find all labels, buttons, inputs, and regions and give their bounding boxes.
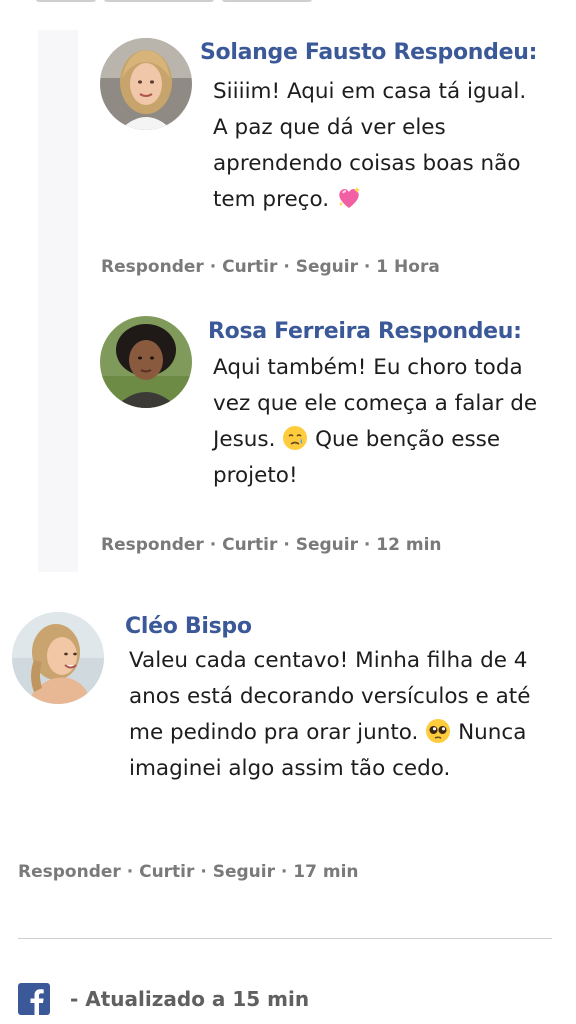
avatar-photo (100, 38, 192, 130)
avatar-photo (100, 316, 192, 408)
comments-page: Solange Fausto Respondeu: Siiiim! Aqui e… (0, 0, 576, 1024)
updated-text: - Atualizado a 15 min (70, 987, 310, 1011)
follow-link[interactable]: Seguir (296, 535, 358, 555)
separator: · (200, 862, 207, 882)
comment-text: Aqui também! Eu choro toda vez que ele c… (213, 355, 538, 488)
sparkling-heart-icon (338, 187, 360, 208)
avatar[interactable] (100, 316, 192, 408)
separator: · (126, 862, 134, 882)
follow-link[interactable]: Seguir (213, 862, 275, 882)
reply-link[interactable]: Responder (101, 535, 204, 555)
footer: - Atualizado a 15 min (18, 982, 309, 1016)
avatar-photo (12, 612, 104, 704)
timestamp: 12 min (376, 535, 442, 555)
avatar[interactable] (100, 38, 192, 130)
reply-link[interactable]: Responder (18, 862, 121, 882)
timestamp: 17 min (293, 862, 359, 882)
separator: · (363, 535, 371, 555)
facebook-icon[interactable] (18, 983, 50, 1015)
timestamp: 1 Hora (376, 257, 440, 277)
separator: · (209, 535, 217, 555)
comment-actions: Responder · Curtir · Seguir · 12 min (101, 535, 442, 555)
reply-thread-indent (38, 30, 78, 572)
facebook-f-icon (30, 989, 44, 1015)
separator: · (209, 257, 217, 277)
pleading-face-icon (426, 719, 451, 743)
separator: · (283, 257, 290, 277)
like-link[interactable]: Curtir (222, 257, 277, 277)
separator: · (283, 535, 290, 555)
divider (18, 938, 552, 939)
avatar[interactable] (12, 612, 104, 704)
commenter-name[interactable]: Rosa Ferreira Respondeu: (208, 319, 522, 344)
separator: · (363, 257, 371, 277)
commenter-name[interactable]: Solange Fausto Respondeu: (200, 40, 537, 65)
previous-content-cut-off (36, 0, 336, 6)
like-link[interactable]: Curtir (222, 535, 277, 555)
comment-text: Siiiim! Aqui em casa tá igual. A paz que… (213, 79, 527, 212)
comment-actions: Responder · Curtir · Seguir · 17 min (18, 862, 359, 882)
like-link[interactable]: Curtir (139, 862, 194, 882)
commenter-name[interactable]: Cléo Bispo (125, 614, 252, 639)
reply-link[interactable]: Responder (101, 257, 204, 277)
comment-text: Valeu cada centavo! Minha filha de 4 ano… (129, 648, 531, 781)
follow-link[interactable]: Seguir (296, 257, 358, 277)
separator: · (280, 862, 288, 882)
comment-actions: Responder · Curtir · Seguir · 1 Hora (101, 257, 440, 277)
crying-face-icon (283, 426, 308, 450)
